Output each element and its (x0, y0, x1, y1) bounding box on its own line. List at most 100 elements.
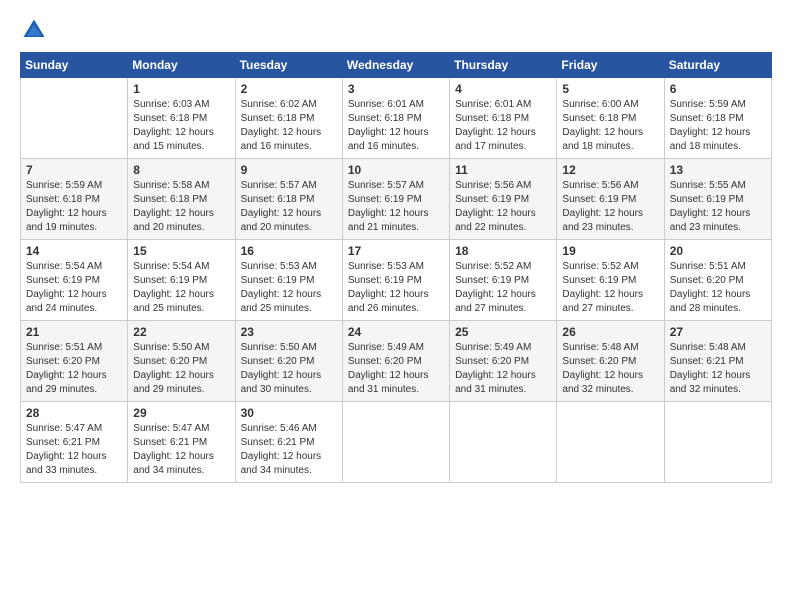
weekday-header-row: SundayMondayTuesdayWednesdayThursdayFrid… (21, 53, 772, 78)
calendar-cell: 18 Sunrise: 5:52 AMSunset: 6:19 PMDayligh… (450, 240, 557, 321)
day-number: 30 (241, 406, 337, 420)
weekday-header-saturday: Saturday (664, 53, 771, 78)
day-number: 13 (670, 163, 766, 177)
calendar-cell: 8Sunrise: 5:58 AMSunset: 6:18 PMDaylight… (128, 159, 235, 240)
calendar-cell: 22Sunrise: 5:50 AMSunset: 6:20 PMDayligh… (128, 321, 235, 402)
day-number: 5 (562, 82, 658, 96)
calendar-cell (557, 402, 664, 483)
day-info: Sunrise: 5:54 AMSunset: 6:19 PMDaylight:… (26, 260, 122, 316)
calendar-cell (450, 402, 557, 483)
day-number: 22 (133, 325, 229, 339)
day-info: Sunrise: 5:48 AMSunset: 6:21 PMDaylight:… (670, 341, 766, 397)
calendar-cell (664, 402, 771, 483)
calendar-cell: 30 Sunrise: 5:46 AMSunset: 6:21 PMDayligh… (235, 402, 342, 483)
weekday-header-tuesday: Tuesday (235, 53, 342, 78)
day-number: 1 (133, 82, 229, 96)
day-number: 15 (133, 244, 229, 258)
day-number: 3 (348, 82, 444, 96)
day-info: Sunrise: 5:47 AMSunset: 6:21 PMDaylight:… (133, 422, 229, 478)
calendar-cell: 29 Sunrise: 5:47 AMSunset: 6:21 PMDayligh… (128, 402, 235, 483)
day-number: 19 (562, 244, 658, 258)
calendar-cell: 1Sunrise: 6:03 AMSunset: 6:18 PMDaylight… (128, 78, 235, 159)
weekday-header-friday: Friday (557, 53, 664, 78)
week-row-1: 1Sunrise: 6:03 AMSunset: 6:18 PMDaylight… (21, 78, 772, 159)
calendar-cell (21, 78, 128, 159)
calendar-cell (342, 402, 449, 483)
calendar-cell: 25 Sunrise: 5:49 AMSunset: 6:20 PMDayligh… (450, 321, 557, 402)
calendar-cell: 17 Sunrise: 5:53 AMSunset: 6:19 PMDayligh… (342, 240, 449, 321)
calendar-cell: 28 Sunrise: 5:47 AMSunset: 6:21 PMDayligh… (21, 402, 128, 483)
day-info: Sunrise: 5:54 AMSunset: 6:19 PMDaylight:… (133, 260, 229, 316)
day-info: Sunrise: 6:00 AMSunset: 6:18 PMDaylight:… (562, 98, 658, 154)
day-number: 21 (26, 325, 122, 339)
day-number: 6 (670, 82, 766, 96)
calendar-cell: 15 Sunrise: 5:54 AMSunset: 6:19 PMDayligh… (128, 240, 235, 321)
week-row-4: 21 Sunrise: 5:51 AMSunset: 6:20 PMDayligh… (21, 321, 772, 402)
day-number: 4 (455, 82, 551, 96)
day-number: 12 (562, 163, 658, 177)
logo (20, 16, 52, 44)
weekday-header-monday: Monday (128, 53, 235, 78)
calendar-cell: 19 Sunrise: 5:52 AMSunset: 6:19 PMDayligh… (557, 240, 664, 321)
calendar-cell: 11Sunrise: 5:56 AMSunset: 6:19 PMDayligh… (450, 159, 557, 240)
week-row-5: 28 Sunrise: 5:47 AMSunset: 6:21 PMDayligh… (21, 402, 772, 483)
day-info: Sunrise: 5:46 AMSunset: 6:21 PMDaylight:… (241, 422, 337, 478)
calendar-cell: 10Sunrise: 5:57 AMSunset: 6:19 PMDayligh… (342, 159, 449, 240)
week-row-3: 14 Sunrise: 5:54 AMSunset: 6:19 PMDayligh… (21, 240, 772, 321)
day-info: Sunrise: 5:58 AMSunset: 6:18 PMDaylight:… (133, 179, 229, 235)
header (20, 16, 772, 44)
day-number: 14 (26, 244, 122, 258)
logo-icon (20, 16, 48, 44)
page-container: SundayMondayTuesdayWednesdayThursdayFrid… (0, 0, 792, 493)
day-info: Sunrise: 5:47 AMSunset: 6:21 PMDaylight:… (26, 422, 122, 478)
day-number: 25 (455, 325, 551, 339)
calendar-cell: 23 Sunrise: 5:50 AMSunset: 6:20 PMDayligh… (235, 321, 342, 402)
calendar-cell: 2 Sunrise: 6:02 AMSunset: 6:18 PMDaylight… (235, 78, 342, 159)
day-number: 18 (455, 244, 551, 258)
day-info: Sunrise: 6:01 AMSunset: 6:18 PMDaylight:… (348, 98, 444, 154)
day-number: 17 (348, 244, 444, 258)
day-number: 26 (562, 325, 658, 339)
calendar-cell: 24 Sunrise: 5:49 AMSunset: 6:20 PMDayligh… (342, 321, 449, 402)
calendar-cell: 16 Sunrise: 5:53 AMSunset: 6:19 PMDayligh… (235, 240, 342, 321)
day-number: 7 (26, 163, 122, 177)
day-info: Sunrise: 5:52 AMSunset: 6:19 PMDaylight:… (455, 260, 551, 316)
day-info: Sunrise: 5:50 AMSunset: 6:20 PMDaylight:… (241, 341, 337, 397)
calendar-cell: 21 Sunrise: 5:51 AMSunset: 6:20 PMDayligh… (21, 321, 128, 402)
day-info: Sunrise: 6:01 AMSunset: 6:18 PMDaylight:… (455, 98, 551, 154)
day-info: Sunrise: 5:59 AMSunset: 6:18 PMDaylight:… (670, 98, 766, 154)
week-row-2: 7 Sunrise: 5:59 AMSunset: 6:18 PMDaylight… (21, 159, 772, 240)
day-info: Sunrise: 5:57 AMSunset: 6:19 PMDaylight:… (348, 179, 444, 235)
day-info: Sunrise: 5:49 AMSunset: 6:20 PMDaylight:… (348, 341, 444, 397)
day-info: Sunrise: 5:51 AMSunset: 6:20 PMDaylight:… (670, 260, 766, 316)
day-number: 27 (670, 325, 766, 339)
day-number: 24 (348, 325, 444, 339)
weekday-header-sunday: Sunday (21, 53, 128, 78)
calendar-cell: 14 Sunrise: 5:54 AMSunset: 6:19 PMDayligh… (21, 240, 128, 321)
day-info: Sunrise: 5:53 AMSunset: 6:19 PMDaylight:… (241, 260, 337, 316)
calendar-cell: 6 Sunrise: 5:59 AMSunset: 6:18 PMDaylight… (664, 78, 771, 159)
day-number: 23 (241, 325, 337, 339)
calendar-cell: 27 Sunrise: 5:48 AMSunset: 6:21 PMDayligh… (664, 321, 771, 402)
calendar-cell: 13 Sunrise: 5:55 AMSunset: 6:19 PMDayligh… (664, 159, 771, 240)
day-number: 2 (241, 82, 337, 96)
day-number: 20 (670, 244, 766, 258)
day-info: Sunrise: 5:48 AMSunset: 6:20 PMDaylight:… (562, 341, 658, 397)
calendar-cell: 20 Sunrise: 5:51 AMSunset: 6:20 PMDayligh… (664, 240, 771, 321)
day-info: Sunrise: 5:55 AMSunset: 6:19 PMDaylight:… (670, 179, 766, 235)
day-info: Sunrise: 5:53 AMSunset: 6:19 PMDaylight:… (348, 260, 444, 316)
calendar-cell: 9Sunrise: 5:57 AMSunset: 6:18 PMDaylight… (235, 159, 342, 240)
day-info: Sunrise: 5:52 AMSunset: 6:19 PMDaylight:… (562, 260, 658, 316)
day-info: Sunrise: 5:59 AMSunset: 6:18 PMDaylight:… (26, 179, 122, 235)
day-info: Sunrise: 5:51 AMSunset: 6:20 PMDaylight:… (26, 341, 122, 397)
calendar-table: SundayMondayTuesdayWednesdayThursdayFrid… (20, 52, 772, 483)
day-info: Sunrise: 5:49 AMSunset: 6:20 PMDaylight:… (455, 341, 551, 397)
day-number: 11 (455, 163, 551, 177)
calendar-cell: 12Sunrise: 5:56 AMSunset: 6:19 PMDayligh… (557, 159, 664, 240)
day-number: 28 (26, 406, 122, 420)
day-number: 29 (133, 406, 229, 420)
day-info: Sunrise: 6:02 AMSunset: 6:18 PMDaylight:… (241, 98, 337, 154)
day-number: 16 (241, 244, 337, 258)
calendar-cell: 26 Sunrise: 5:48 AMSunset: 6:20 PMDayligh… (557, 321, 664, 402)
weekday-header-thursday: Thursday (450, 53, 557, 78)
